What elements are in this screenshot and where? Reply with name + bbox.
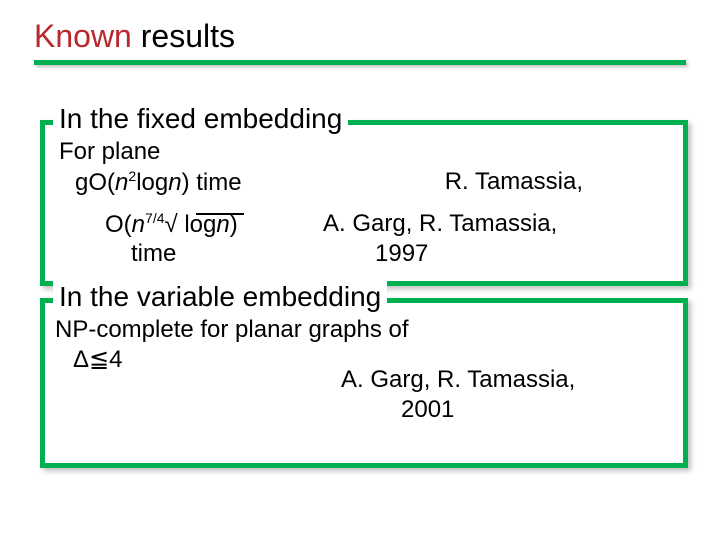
- fixed-line2-n2: n: [168, 169, 181, 196]
- fixed-line3-n: n: [132, 211, 145, 238]
- fixed-line3: O(n7/4√ logn): [105, 211, 238, 238]
- fixed-line2-log: log: [136, 169, 168, 196]
- title-word-results: results: [141, 18, 235, 54]
- variable-line2: Δ≦4: [73, 347, 123, 373]
- title-word-known: Known: [34, 18, 132, 54]
- fixed-ref2a: A. Garg, R. Tamassia,: [323, 211, 557, 237]
- fixed-line1: For plane: [59, 139, 160, 165]
- variable-line1: NP-complete for planar graphs of: [55, 317, 409, 343]
- variable-refb: 2001: [401, 397, 454, 423]
- section-heading-variable: In the variable embedding: [53, 281, 387, 313]
- title-underline: [34, 60, 686, 65]
- section-fixed-embedding: In the fixed embedding For plane gO(n2lo…: [40, 120, 688, 286]
- variable-refa: A. Garg, R. Tamassia,: [341, 367, 575, 393]
- slide-title: Known results: [34, 18, 235, 55]
- fixed-line3-n2: n: [216, 211, 229, 238]
- fixed-line3-o: O(: [105, 211, 132, 238]
- fixed-line2-o: O(: [88, 169, 115, 196]
- fixed-line3-end: ): [230, 211, 238, 238]
- fixed-line3-sqrt: √: [165, 211, 178, 238]
- fixed-line3-sup: 7/4: [145, 210, 164, 226]
- section-heading-fixed: In the fixed embedding: [53, 103, 348, 135]
- fixed-ref2b: 1997: [375, 241, 428, 267]
- fixed-line4: time: [131, 241, 176, 267]
- sqrt-overline: [196, 213, 244, 215]
- fixed-line2-n: n: [115, 169, 128, 196]
- fixed-line2-pre: g: [75, 169, 88, 196]
- fixed-ref1: R. Tamassia,: [445, 169, 583, 195]
- section-variable-embedding: In the variable embedding NP-complete fo…: [40, 298, 688, 468]
- fixed-line2: gO(n2logn) time: [75, 169, 242, 196]
- fixed-line3-log: log: [184, 211, 216, 238]
- fixed-line2-end: ) time: [182, 169, 242, 196]
